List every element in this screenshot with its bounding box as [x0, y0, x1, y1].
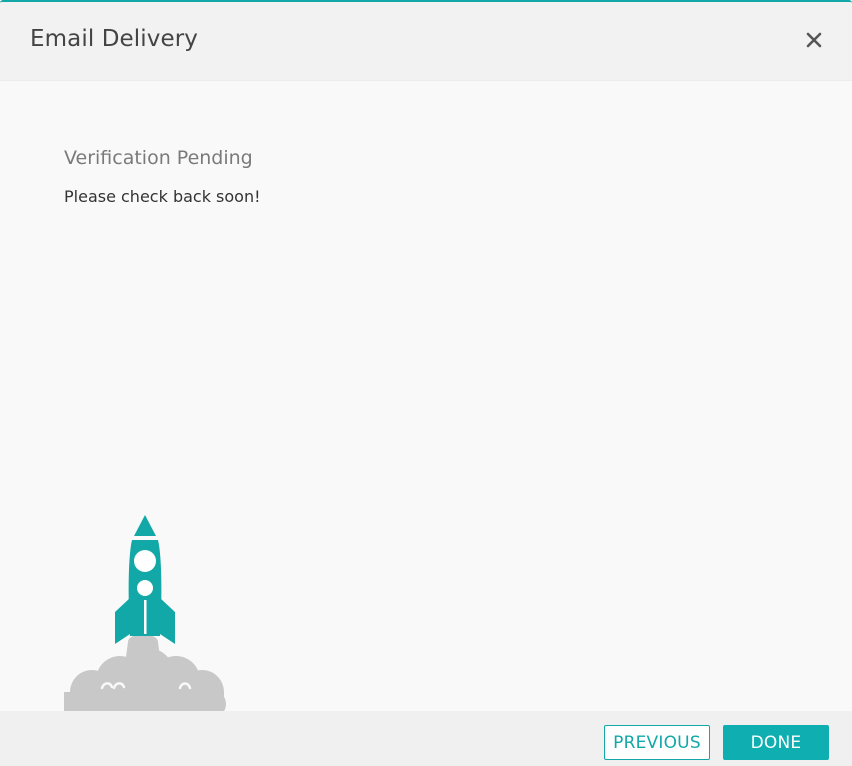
verification-message: Please check back soon! — [64, 187, 261, 206]
dialog-footer: PREVIOUS DONE — [0, 711, 852, 766]
close-icon — [806, 32, 822, 48]
dialog-title: Email Delivery — [30, 26, 198, 52]
previous-button[interactable]: PREVIOUS — [604, 725, 710, 760]
email-delivery-dialog: Email Delivery Verification Pending Plea… — [0, 0, 852, 766]
done-button[interactable]: DONE — [723, 725, 829, 760]
smoke-cloud — [64, 634, 226, 712]
dialog-header: Email Delivery — [0, 2, 852, 81]
close-button[interactable] — [802, 28, 826, 52]
verification-heading: Verification Pending — [64, 147, 253, 169]
rocket-launch-illustration — [64, 515, 226, 712]
